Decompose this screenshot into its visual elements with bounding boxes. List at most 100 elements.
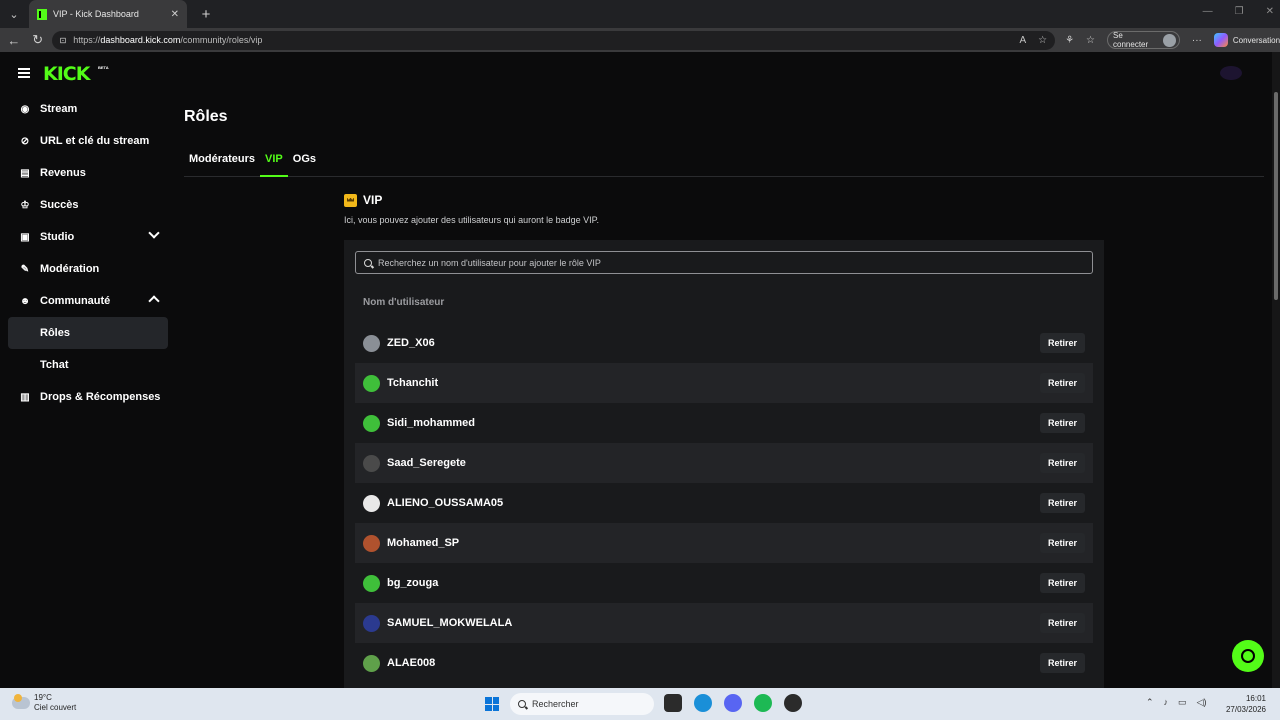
- vip-user-row: ZED_X06 Retirer: [355, 323, 1093, 363]
- remove-vip-button[interactable]: Retirer: [1039, 413, 1085, 433]
- remove-vip-button[interactable]: Retirer: [1039, 533, 1085, 553]
- window-controls: — ❐ ✕: [1203, 6, 1274, 17]
- sidebar-item-chat[interactable]: Tchat: [8, 349, 168, 381]
- tab-list-chevron-icon[interactable]: ⌄: [3, 3, 25, 25]
- minimize-icon[interactable]: —: [1203, 6, 1213, 17]
- tab-ogs[interactable]: OGs: [288, 150, 321, 177]
- weather-condition: Ciel couvert: [34, 703, 77, 712]
- vip-user-row: Sidi_mohammed Retirer: [355, 403, 1093, 443]
- username: ZED_X06: [387, 337, 435, 349]
- remove-vip-button[interactable]: Retirer: [1039, 333, 1085, 353]
- edge-icon[interactable]: [694, 694, 712, 712]
- restore-icon[interactable]: ❐: [1235, 6, 1244, 17]
- close-tab-icon[interactable]: ✕: [171, 9, 179, 20]
- sidebar-item-studio[interactable]: ▣ Studio: [8, 221, 168, 253]
- beta-badge: BETA: [98, 65, 109, 70]
- vip-user-row: SAMUEL_MOKWELALA Retirer: [355, 603, 1093, 643]
- chevron-up-icon: [148, 295, 160, 307]
- username: bg_zouga: [387, 577, 439, 589]
- broadcast-icon: ◉: [20, 103, 30, 115]
- windows-taskbar: 19°C Ciel couvert Rechercher ⌃ ♪ ▭ ◁) 16:…: [0, 688, 1280, 720]
- sidebar-item-achievements[interactable]: ♔ Succès: [8, 189, 168, 221]
- show-hidden-icons-icon[interactable]: ⌃: [1146, 697, 1154, 708]
- user-avatar: [363, 534, 380, 552]
- user-avatar: [363, 414, 380, 432]
- more-menu-icon[interactable]: ···: [1192, 35, 1202, 46]
- microphone-icon[interactable]: ♪: [1164, 697, 1169, 708]
- search-input[interactable]: [378, 257, 1092, 268]
- search-icon: [518, 700, 526, 708]
- browser-tab[interactable]: VIP - Kick Dashboard ✕: [29, 0, 187, 28]
- vip-user-row: Saad_Seregete Retirer: [355, 443, 1093, 483]
- remove-vip-button[interactable]: Retirer: [1039, 493, 1085, 513]
- cloudy-icon: [12, 694, 30, 709]
- scrollbar[interactable]: [1272, 52, 1280, 688]
- copilot-conversation-button[interactable]: Conversation: [1213, 33, 1280, 47]
- site-info-icon[interactable]: ⊡: [60, 36, 67, 45]
- link-icon: ⊘: [20, 135, 30, 147]
- favorite-star-icon[interactable]: ☆: [1038, 35, 1047, 46]
- chart-icon: ▤: [20, 167, 30, 179]
- clock-date: 27/03/2026: [1225, 705, 1266, 714]
- taskbar-search[interactable]: Rechercher: [510, 693, 654, 715]
- vip-list-panel: Nom d'utilisateur ZED_X06RetirerTchanchi…: [344, 240, 1104, 688]
- discord-icon[interactable]: [724, 694, 742, 712]
- clock-time: 16:01: [1245, 694, 1266, 703]
- url-text: https://dashboard.kick.com/community/rol…: [73, 35, 263, 45]
- clock[interactable]: 16:01 27/03/2026: [1226, 693, 1266, 715]
- sign-in-button[interactable]: Se connecter: [1107, 31, 1180, 49]
- volume-icon[interactable]: ◁): [1197, 697, 1207, 708]
- search-box[interactable]: [355, 251, 1093, 274]
- kick-favicon-icon: [37, 8, 47, 20]
- remove-vip-button[interactable]: Retirer: [1039, 573, 1085, 593]
- chevron-down-icon: [148, 227, 160, 239]
- kick-logo[interactable]: KICK: [43, 63, 90, 85]
- menu-icon[interactable]: [18, 68, 30, 78]
- user-avatar: [363, 334, 380, 352]
- task-view-icon[interactable]: [664, 694, 682, 712]
- scrollbar-thumb[interactable]: [1274, 92, 1278, 300]
- trophy-icon: ♔: [20, 199, 30, 211]
- reload-icon[interactable]: ↻: [28, 32, 48, 48]
- remove-vip-button[interactable]: Retirer: [1039, 453, 1085, 473]
- weather-widget[interactable]: 19°C Ciel couvert: [12, 693, 76, 713]
- sidebar-item-stream-url[interactable]: ⊘ URL et clé du stream: [8, 125, 168, 157]
- sidebar-item-drops[interactable]: ▥ Drops & Récompenses: [8, 381, 168, 413]
- tab-vip[interactable]: VIP: [260, 150, 288, 177]
- user-avatar: [363, 574, 380, 592]
- spotify-icon[interactable]: [754, 694, 772, 712]
- network-icon[interactable]: ▭: [1178, 697, 1187, 708]
- sidebar-item-revenue[interactable]: ▤ Revenus: [8, 157, 168, 189]
- user-avatar[interactable]: [1220, 66, 1242, 80]
- sidebar-item-roles[interactable]: Rôles: [8, 317, 168, 349]
- sidebar-item-stream[interactable]: ◉ Stream: [8, 93, 168, 125]
- extensions-icon[interactable]: ⚘: [1065, 35, 1074, 46]
- new-tab-button[interactable]: +: [197, 6, 215, 23]
- remove-vip-button[interactable]: Retirer: [1039, 653, 1085, 673]
- vip-user-row: ALAE008 Retirer: [355, 643, 1093, 683]
- temperature: 19°C: [34, 693, 52, 702]
- user-avatar: [363, 494, 380, 512]
- remove-vip-button[interactable]: Retirer: [1039, 373, 1085, 393]
- url-field[interactable]: ⊡ https://dashboard.kick.com/community/r…: [51, 30, 1056, 50]
- favorites-icon[interactable]: ☆: [1086, 35, 1095, 46]
- username: ALIENO_OUSSAMA05: [387, 497, 504, 509]
- remove-vip-button[interactable]: Retirer: [1039, 613, 1085, 633]
- search-icon: [364, 258, 372, 267]
- user-avatar: [363, 614, 380, 632]
- help-button[interactable]: [1232, 640, 1264, 672]
- read-aloud-icon[interactable]: A: [1019, 35, 1026, 46]
- vip-user-list: ZED_X06 Retirer Tchanchit Retirer Sidi_moham…: [355, 323, 1093, 683]
- sidebar-item-community[interactable]: ☻ Communauté: [8, 285, 168, 317]
- tab-moderators[interactable]: Modérateurs: [184, 150, 260, 177]
- sidebar-item-moderation[interactable]: ✎ Modération: [8, 253, 168, 285]
- windows-start-icon[interactable]: [485, 697, 499, 711]
- dashboard-page: KICK BETA ◉ Stream ⊘ URL et clé du stream …: [0, 52, 1280, 688]
- user-avatar: [363, 654, 380, 672]
- app-icon[interactable]: [784, 694, 802, 712]
- taskbar-apps: [664, 694, 802, 712]
- vip-user-row: ALIENO_OUSSAMA05 Retirer: [355, 483, 1093, 523]
- close-window-icon[interactable]: ✕: [1266, 6, 1274, 17]
- back-arrow-icon[interactable]: ←: [4, 33, 24, 48]
- sidebar: ◉ Stream ⊘ URL et clé du stream ▤ Revenus ♔…: [8, 93, 168, 413]
